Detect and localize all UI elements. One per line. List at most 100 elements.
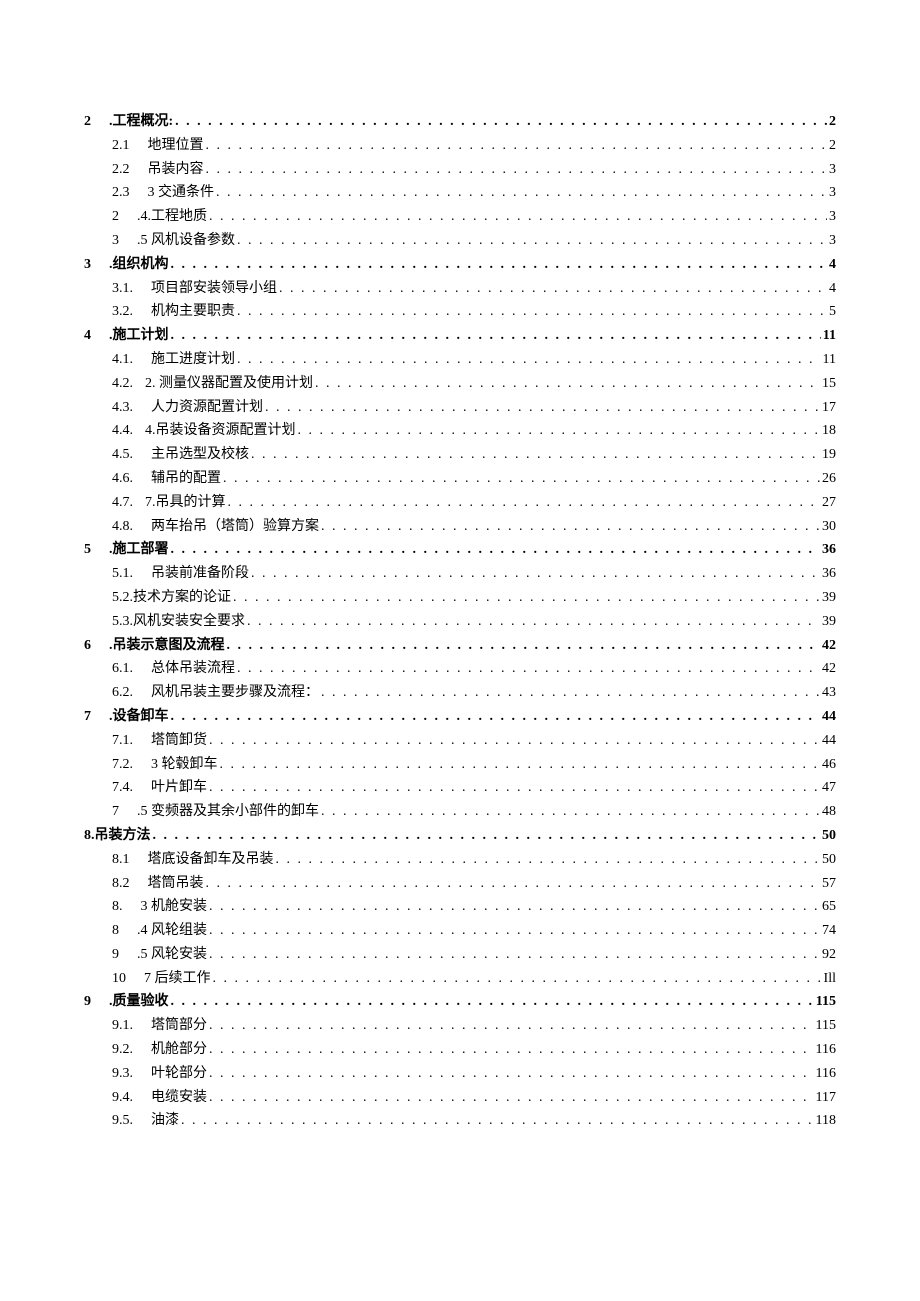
toc-entry: 7.设备卸车 44 [84,705,836,729]
toc-page-number: 65 [820,895,836,919]
toc-leader-dots [207,1014,814,1038]
toc-entry: 4.4.4.吊装设备资源配置计划18 [84,419,836,443]
toc-page-number: 115 [814,1014,836,1038]
toc-page-number: 44 [820,705,836,729]
table-of-contents: 2.工程概况:22.1地理位置22.2吊装内容32.33 交通条件32.4.工程… [84,110,836,1133]
toc-label: 8.3 机舱安装 [112,895,207,919]
toc-title: .5 风机设备参数 [137,229,235,253]
toc-title: 电缆安装 [151,1086,207,1110]
toc-number: 5 [84,538,91,562]
toc-title: .组织机构 [109,253,169,277]
toc-entry: 5.2.技术方案的论证39 [84,586,836,610]
toc-label: 7.设备卸车 [84,705,169,729]
toc-number: 8. [84,824,95,848]
toc-entry: 4.6.辅吊的配置26 [84,467,836,491]
toc-label: 6.1.总体吊装流程 [112,657,235,681]
toc-number: 6 [84,634,91,658]
toc-page-number: 36 [820,562,836,586]
toc-label: 3.1.项目部安装领导小组 [112,277,277,301]
toc-leader-dots [207,895,820,919]
toc-label: 4.5.主吊选型及校核 [112,443,249,467]
toc-leader-dots [207,1038,814,1062]
toc-page-number: 2 [827,134,836,158]
toc-leader-dots [207,1062,814,1086]
toc-entry: 5.1.吊装前准备阶段36 [84,562,836,586]
toc-page-number: 11 [821,348,836,372]
toc-title: 吊装前准备阶段 [151,562,249,586]
toc-page-number: 74 [820,919,836,943]
toc-label: 9.5.油漆 [112,1109,179,1133]
toc-number: 7.4. [112,776,133,800]
toc-page-number: 3 [827,229,836,253]
toc-leader-dots [221,467,820,491]
toc-entry: 3.2.机构主要职责 5 [84,300,836,324]
toc-label: 9.2.机舱部分 [112,1038,207,1062]
toc-label: 4.2.2. 测量仪器配置及使用计划 [112,372,313,396]
toc-title: 机舱部分 [151,1038,207,1062]
toc-entry: 6.吊装示意图及流程42 [84,634,836,658]
toc-leader-dots [207,919,820,943]
toc-entry: 3.组织机构4 [84,253,836,277]
toc-title: .5 变频器及其余小部件的卸车 [137,800,319,824]
toc-page-number: 27 [820,491,836,515]
toc-leader-dots [225,634,821,658]
toc-leader-dots [249,562,820,586]
toc-number: 4.4. [112,419,133,443]
toc-page-number: 47 [820,776,836,800]
toc-number: 9.1. [112,1014,133,1038]
toc-title: 辅吊的配置 [151,467,221,491]
toc-leader-dots [204,872,821,896]
toc-entry: 2.2吊装内容3 [84,158,836,182]
toc-label: 2.3 3 交通条件 [112,181,214,205]
toc-leader-dots [235,229,827,253]
toc-number: 2.3 [112,181,130,205]
toc-number: 9 [84,990,91,1014]
toc-entry: 9.4.电缆安装117 [84,1086,836,1110]
toc-entry: 7.4.叶片卸车 47 [84,776,836,800]
toc-page-number: 50 [820,848,836,872]
toc-leader-dots [249,443,820,467]
toc-leader-dots [235,657,820,681]
toc-title: 吊装内容 [148,158,204,182]
toc-page-number: 15 [820,372,836,396]
toc-label: 7.4.叶片卸车 [112,776,207,800]
toc-label: 7 .5 变频器及其余小部件的卸车 [112,800,319,824]
toc-title: .4.工程地质 [137,205,207,229]
toc-entry: 107 后续工作Ill [84,967,836,991]
toc-leader-dots [169,990,814,1014]
toc-leader-dots [207,776,820,800]
toc-entry: 7.1.塔筒卸货44 [84,729,836,753]
toc-title: 施工进度计划 [151,348,235,372]
toc-label: 8.1塔底设备卸车及吊装 [112,848,274,872]
toc-page-number: 39 [820,610,836,634]
toc-entry: 8.2塔筒吊装57 [84,872,836,896]
toc-entry: 9.1.塔筒部分115 [84,1014,836,1038]
toc-label: 4.8.两车抬吊（塔筒）验算方案 [112,515,319,539]
toc-leader-dots [211,967,822,991]
toc-number: 3 [112,229,119,253]
toc-entry: 3 .5 风机设备参数 3 [84,229,836,253]
toc-page-number: 116 [814,1062,836,1086]
toc-title: 7.吊具的计算 [145,491,226,515]
toc-number: 8. [112,895,123,919]
toc-number: 6.2. [112,681,133,705]
toc-label: 3.2.机构主要职责 [112,300,235,324]
toc-entry: 6.1.总体吊装流程42 [84,657,836,681]
toc-title: 4.吊装设备资源配置计划 [145,419,296,443]
toc-entry: 9.质量验收115 [84,990,836,1014]
toc-label: 4.施工计划 [84,324,169,348]
toc-leader-dots [263,396,820,420]
toc-number: 7 [112,800,119,824]
toc-number: 7.2. [112,753,133,777]
toc-entry: 4.2.2. 测量仪器配置及使用计划 15 [84,372,836,396]
toc-label: 7.2.3 轮毂卸车 [112,753,218,777]
toc-title: 3 交通条件 [148,181,215,205]
toc-entry: 3.1.项目部安装领导小组4 [84,277,836,301]
toc-leader-dots [173,110,827,134]
toc-title: 叶轮部分 [151,1062,207,1086]
toc-title: 两车抬吊（塔筒）验算方案 [151,515,319,539]
toc-number: 9.4. [112,1086,133,1110]
toc-page-number: 5 [827,300,836,324]
toc-entry: 7.2.3 轮毂卸车46 [84,753,836,777]
toc-title: 7 后续工作 [144,967,211,991]
